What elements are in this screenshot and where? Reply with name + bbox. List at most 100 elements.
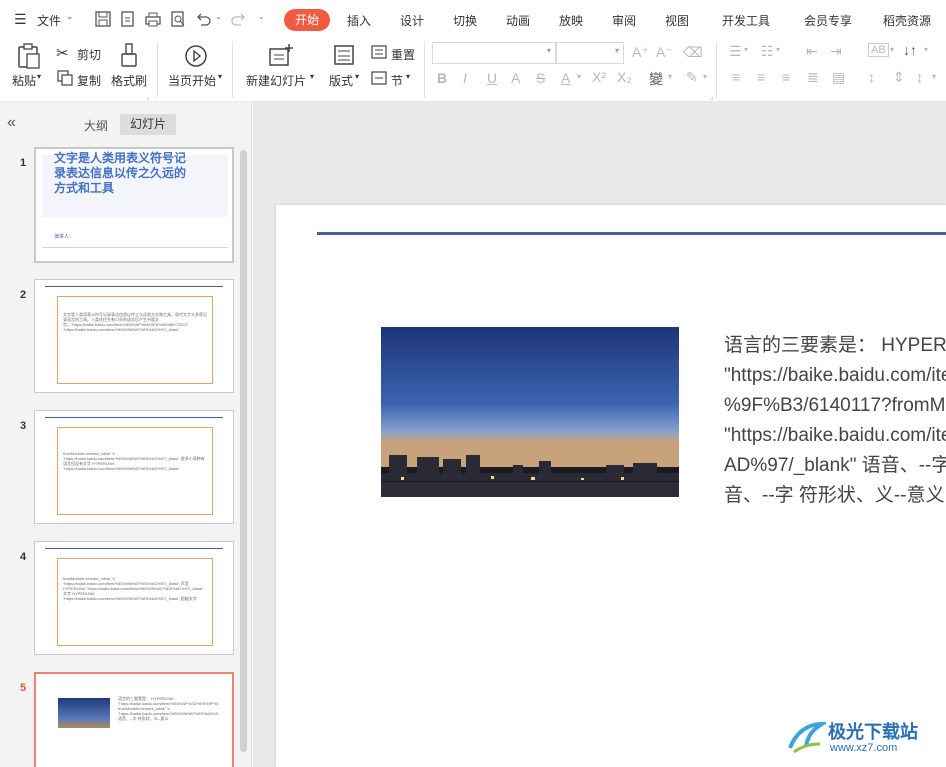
tab-design[interactable]: 设计 [400,12,424,29]
subscript-icon[interactable]: X₂ [617,69,632,85]
underline-icon[interactable]: U [487,70,497,86]
from-current-dropdown-icon[interactable]: ▾ [218,72,222,81]
format-painter-button[interactable]: 格式刷 [111,72,147,89]
font-group-launcher-icon[interactable]: ⌟ [710,93,713,101]
tab-slideshow[interactable]: 放映 [559,12,583,29]
highlight-dropdown-icon[interactable]: ▾ [703,72,707,81]
new-slide-button[interactable]: 新建幻灯片 [246,72,306,89]
from-current-slide-button[interactable]: 当页开始 [168,72,216,89]
clear-format-icon[interactable]: ⌫ [683,44,703,61]
city-night-photo[interactable] [381,327,679,497]
watermark: 极光下载站 www.xz7.com [786,716,946,766]
tab-outline[interactable]: 大纲 [84,117,108,134]
copy-button[interactable]: 复制 [77,72,101,89]
distributed-align-icon[interactable]: ▤ [832,69,845,86]
panel-scrollbar[interactable] [240,150,247,752]
phonetic-dropdown-icon[interactable]: ▾ [668,72,672,81]
undo-icon[interactable] [194,10,212,28]
ribbon-toolbar: 粘贴 ▾ ✂ 剪切 复制 格式刷 当页开始 ▾ 新建幻灯片 ▾ 版式 ▾ 重置 … [0,38,946,102]
text-direction-icon[interactable]: AB [868,43,889,57]
align-left-icon[interactable]: ≡ [732,69,740,85]
cut-button[interactable]: 剪切 [77,46,101,63]
section-dropdown-icon[interactable]: ▾ [406,72,410,81]
thumbnail-body-text: 语言的三要素是： HYPERLINK "https://baike.baidu.… [118,696,218,721]
strikethrough-icon[interactable]: S [536,70,545,86]
bullet-dropdown-icon[interactable]: ▾ [744,45,748,54]
decrease-font-icon[interactable]: A⁻ [656,44,673,61]
new-slide-dropdown-icon[interactable]: ▾ [310,72,314,81]
ribbon-separator [157,42,158,98]
tab-view[interactable]: 视图 [665,12,689,29]
layout-dropdown-icon[interactable]: ▾ [355,72,359,81]
numbered-list-icon[interactable]: ☷ [761,43,774,60]
print-preview-icon[interactable] [169,10,187,28]
numbered-dropdown-icon[interactable]: ▾ [776,45,780,54]
spacing-dropdown-icon[interactable]: ▾ [932,72,936,81]
slide-number: 2 [20,289,27,301]
chevron-down-icon[interactable]: ⌄ [66,11,74,22]
sort-icon[interactable]: ↓↑ [903,42,917,58]
paste-button[interactable]: 粘贴 [12,72,36,89]
italic-icon[interactable]: I [463,70,467,86]
print-icon[interactable] [144,10,162,28]
slide-thumbnail-2[interactable]: 文字是人类用表义符号记录表达信息以传之久远的方式和工具，现代文字大多是记录语言的… [34,279,234,393]
slide-number: 1 [20,157,27,169]
tab-animations[interactable]: 动画 [506,12,530,29]
tab-review[interactable]: 审阅 [612,12,636,29]
file-menu[interactable]: 文件 [37,12,61,29]
slide-thumbnail-5[interactable]: 语言的三要素是： HYPERLINK "https://baike.baidu.… [34,672,234,767]
redo-icon[interactable] [230,10,248,28]
layout-button[interactable]: 版式 [329,72,353,89]
watermark-name: 极光下载站 [828,722,918,742]
phonetic-guide-icon[interactable]: 變 [649,69,663,89]
section-button[interactable]: 节 [391,72,403,89]
increase-font-icon[interactable]: A⁺ [632,44,649,61]
spacing-options-icon[interactable]: ↨ [916,69,923,85]
paste-icon[interactable] [16,42,42,70]
collapse-panel-icon[interactable]: « [7,114,16,132]
scissors-icon: ✂ [56,45,69,62]
bold-icon[interactable]: B [437,70,447,86]
slide-thumbnail-4[interactable]: fromModule=lemma_inlink" \t "https://bai… [34,541,234,655]
decrease-indent-icon[interactable]: ⇤ [806,43,818,60]
bullet-list-icon[interactable]: ☰ [729,43,742,60]
align-center-icon[interactable]: ≡ [757,69,765,85]
sort-dropdown-icon[interactable]: ▾ [924,45,928,54]
paste-dropdown-icon[interactable]: ▾ [37,72,41,81]
slide-number: 3 [20,420,27,432]
format-painter-icon [121,43,137,67]
tab-developer[interactable]: 开发工具 [722,12,770,29]
tab-insert[interactable]: 插入 [347,12,371,29]
hamburger-icon[interactable]: ☰ [14,11,27,28]
font-color-icon[interactable]: A [561,70,570,86]
tab-home[interactable]: 开始 [284,9,330,31]
slide-text-line: 音、--字 符形状、义--意义 [724,485,945,506]
font-color-dropdown-icon[interactable]: ▾ [577,72,581,81]
font-size-select[interactable]: ▾ [556,42,624,64]
text-direction-dropdown-icon[interactable]: ▾ [890,45,894,54]
clipboard-group-launcher-icon[interactable]: ⌟ [146,93,149,101]
slide-thumbnail-3[interactable]: fromModule=lemma_inlink" \t "https://bai… [34,410,234,524]
paragraph-spacing-icon[interactable]: ⇕ [893,69,905,86]
tab-member[interactable]: 会员专享 [804,12,852,29]
highlight-icon[interactable]: ✎ [686,69,698,86]
tab-docer-resources[interactable]: 稻壳资源 [883,12,931,29]
increase-indent-icon[interactable]: ⇥ [830,43,842,60]
tab-transitions[interactable]: 切换 [453,12,477,29]
export-pdf-icon[interactable] [119,10,137,28]
justify-icon[interactable]: ≣ [807,69,819,86]
text-shadow-icon[interactable]: A [511,70,520,86]
header-rule [45,286,223,287]
font-family-select[interactable]: ▾ [432,42,556,64]
tab-slides[interactable]: 幻灯片 [120,114,176,135]
reset-button[interactable]: 重置 [391,46,415,63]
slide-thumbnail-1[interactable]: 文字是人类用表义符号记录表达信息以传之久远的方式和工具 演讲人： [34,147,234,263]
align-right-icon[interactable]: ≡ [782,69,790,85]
slide-text-box[interactable]: 语言的三要素是： HYPERLINK "https://baike.baidu.… [724,331,946,511]
save-icon[interactable] [94,10,112,28]
customize-toolbar-icon[interactable]: ⌄ [258,12,265,21]
layout-icon [334,45,354,65]
line-spacing-icon[interactable]: ↕ [868,69,875,85]
undo-dropdown-icon[interactable]: ⌄ [215,12,222,21]
superscript-icon[interactable]: X² [592,69,606,85]
